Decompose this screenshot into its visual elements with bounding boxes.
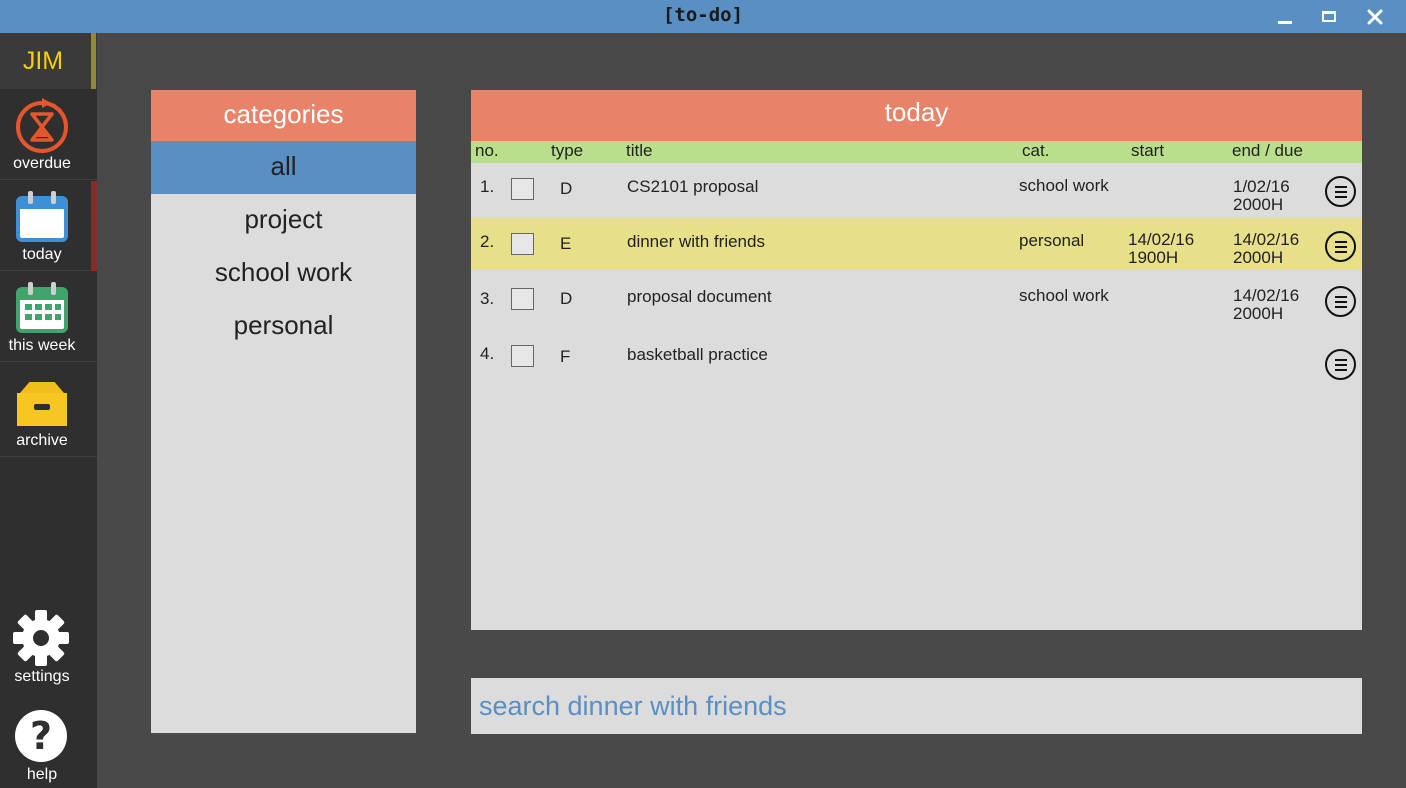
question-icon: ? [10, 706, 72, 766]
calendar-week-icon [13, 280, 71, 336]
sidebar-label-archive: archive [16, 432, 68, 449]
calendar-day-icon [13, 189, 71, 245]
task-row[interactable]: 2. E dinner with friends personal 14/02/… [471, 218, 1362, 270]
help-label: help [26, 766, 58, 783]
task-row[interactable]: 4. F basketball practice [471, 328, 1362, 388]
task-category: school work [1019, 176, 1109, 195]
today-header: today [471, 90, 1362, 141]
task-menu-icon[interactable] [1325, 231, 1356, 262]
task-end: 14/02/16 2000H [1233, 287, 1323, 323]
window-title: [to-do] [662, 4, 744, 26]
settings-button[interactable]: settings [0, 608, 84, 692]
maximize-icon [1322, 11, 1336, 22]
task-checkbox[interactable] [511, 345, 534, 367]
category-item-project[interactable]: project [151, 194, 416, 247]
task-number: 1. [480, 177, 495, 196]
task-menu-icon[interactable] [1325, 349, 1356, 380]
sidebar-item-archive[interactable]: archive [0, 367, 97, 457]
task-number: 3. [480, 289, 495, 308]
task-type: E [560, 234, 572, 253]
close-icon [1367, 9, 1383, 24]
user-name: JIM [22, 47, 64, 75]
task-category: personal [1019, 231, 1085, 250]
task-title: proposal document [627, 287, 772, 306]
task-type: D [560, 179, 573, 198]
category-item-school-work[interactable]: school work [151, 247, 416, 300]
question-glyph: ? [15, 710, 67, 762]
sidebar: JIM overdue today this week archive sett… [0, 33, 97, 788]
active-indicator [91, 181, 97, 271]
column-header-no: no. [475, 141, 499, 160]
settings-label: settings [14, 668, 70, 685]
task-menu-icon[interactable] [1325, 176, 1356, 207]
maximize-button[interactable] [1309, 0, 1349, 33]
close-button[interactable] [1355, 0, 1395, 33]
column-header-cat: cat. [1022, 141, 1050, 160]
sidebar-label-this-week: this week [8, 337, 76, 354]
task-title: CS2101 proposal [627, 177, 759, 196]
task-end: 1/02/16 2000H [1233, 178, 1323, 214]
column-header-type: type [551, 141, 584, 160]
task-title: basketball practice [627, 345, 768, 364]
sidebar-item-today[interactable]: today [0, 181, 97, 271]
task-end-date: 1/02/16 [1233, 177, 1290, 196]
hourglass-clock-icon [13, 98, 71, 154]
task-end: 14/02/16 2000H [1233, 231, 1323, 267]
column-headers: no. type title cat. start end / due [471, 141, 1362, 163]
task-end-date: 14/02/16 [1233, 230, 1300, 249]
task-end-time: 2000H [1233, 195, 1284, 214]
task-number: 4. [480, 344, 495, 363]
task-title: dinner with friends [627, 232, 765, 251]
task-row[interactable]: 3. D proposal document school work 14/02… [471, 270, 1362, 328]
minimize-icon [1278, 21, 1292, 24]
category-item-all[interactable]: all [151, 141, 416, 194]
task-start-date: 14/02/16 [1128, 230, 1195, 249]
categories-panel: categories all project school work perso… [151, 90, 416, 733]
task-row[interactable]: 1. D CS2101 proposal school work 1/02/16… [471, 163, 1362, 218]
task-start: 14/02/16 1900H [1128, 231, 1218, 267]
task-number: 2. [480, 232, 495, 251]
task-menu-icon[interactable] [1325, 286, 1356, 317]
task-end-date: 14/02/16 [1233, 286, 1300, 305]
task-type: F [560, 347, 571, 366]
sidebar-item-this-week[interactable]: this week [0, 272, 97, 362]
minimize-button[interactable] [1265, 0, 1305, 33]
task-checkbox[interactable] [511, 178, 534, 200]
archive-box-icon [13, 375, 71, 431]
task-end-time: 2000H [1233, 248, 1284, 267]
column-header-title: title [626, 141, 653, 160]
column-header-start: start [1131, 141, 1165, 160]
help-button[interactable]: ? help [0, 706, 84, 788]
sidebar-item-overdue[interactable]: overdue [0, 90, 97, 180]
task-checkbox[interactable] [511, 233, 534, 255]
task-category: school work [1019, 286, 1109, 305]
title-bar: [to-do] [0, 0, 1406, 33]
task-end-time: 2000H [1233, 304, 1284, 323]
user-badge[interactable]: JIM [0, 33, 97, 89]
today-panel: today no. type title cat. start end / du… [471, 90, 1362, 630]
user-accent-bar [91, 33, 96, 89]
task-start-time: 1900H [1128, 248, 1179, 267]
task-type: D [560, 289, 573, 308]
sidebar-label-today: today [22, 246, 62, 263]
column-header-end: end / due [1232, 141, 1303, 160]
task-checkbox[interactable] [511, 288, 534, 310]
categories-header: categories [151, 90, 416, 141]
gear-icon [10, 608, 72, 668]
category-item-personal[interactable]: personal [151, 300, 416, 353]
search-input[interactable] [471, 678, 1362, 734]
sidebar-label-overdue: overdue [13, 155, 71, 172]
